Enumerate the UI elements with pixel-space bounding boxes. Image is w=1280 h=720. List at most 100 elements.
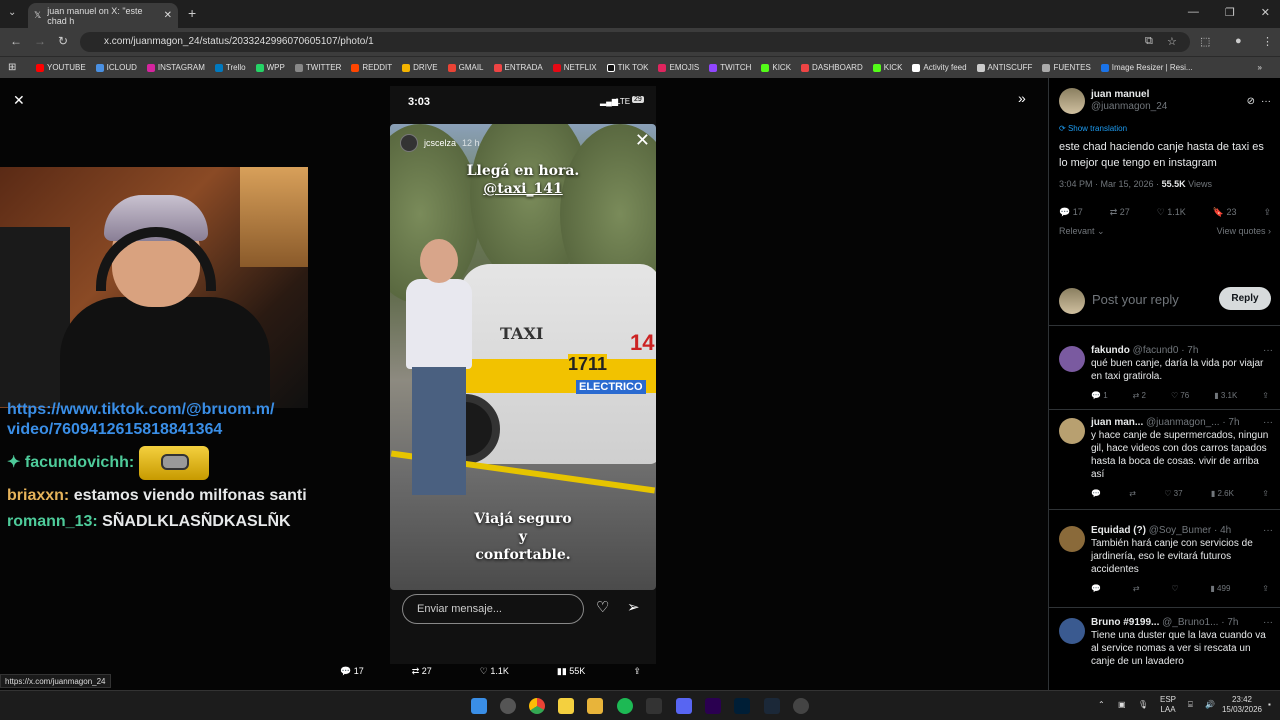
browser-tab[interactable]: 𝕏 juan manuel on X: "este chad h ✕ xyxy=(28,3,178,28)
avatar[interactable] xyxy=(1059,88,1085,114)
app-icon[interactable] xyxy=(646,698,662,714)
chrome-icon[interactable] xyxy=(529,698,545,714)
like-count[interactable]: ♡ 37 xyxy=(1164,487,1182,500)
reply-count[interactable]: 💬 xyxy=(1091,582,1101,595)
bookmark[interactable]: REDDIT xyxy=(351,63,392,72)
reply-submit-button[interactable]: Reply xyxy=(1219,287,1271,310)
bookmark[interactable]: Activity feed xyxy=(912,63,967,72)
share-icon[interactable]: ⇪ xyxy=(1262,582,1269,595)
language-indicator[interactable]: ESP LAA xyxy=(1160,695,1176,715)
reply-action[interactable]: 💬 17 xyxy=(340,666,364,677)
photoshop-icon[interactable] xyxy=(734,698,750,714)
more-icon[interactable]: ··· xyxy=(1263,416,1273,429)
bookmark[interactable]: TIK TOK xyxy=(606,63,648,72)
reply-count[interactable]: 💬 1 xyxy=(1091,389,1108,402)
menu-icon[interactable]: ⋮ xyxy=(1262,35,1273,48)
like-count[interactable]: ♡ xyxy=(1171,582,1178,595)
reply-count[interactable]: 💬 xyxy=(1091,487,1101,500)
share-icon[interactable]: ⇪ xyxy=(633,666,641,677)
view-quotes-link[interactable]: View quotes › xyxy=(1217,226,1271,237)
reload-icon[interactable]: ↻ xyxy=(58,34,68,48)
extensions-icon[interactable]: ⬚ xyxy=(1200,35,1210,48)
reply-item[interactable]: fakundo @facund0 · 7h ··· qué buen canje,… xyxy=(1049,338,1280,410)
like-button[interactable]: ♡ 1.1K xyxy=(1157,207,1186,218)
apps-grid-icon[interactable]: ⊞ xyxy=(8,62,16,73)
clock[interactable]: 23:42 15/03/2026 xyxy=(1220,695,1264,715)
bookmark[interactable]: NETFLIX xyxy=(552,63,597,72)
mic-icon[interactable]: 🎙 xyxy=(1138,700,1148,710)
app-icon[interactable] xyxy=(793,698,809,714)
maximize-icon[interactable]: ❐ xyxy=(1225,6,1235,19)
install-icon[interactable]: ⧉ xyxy=(1145,35,1153,48)
app-icon[interactable] xyxy=(500,698,516,714)
like-count[interactable]: ♡ 76 xyxy=(1171,389,1189,402)
bookmark[interactable]: TWITCH xyxy=(709,63,751,72)
reply-item[interactable]: Bruno #9199... @_Bruno1... · 7h ··· Tiene… xyxy=(1049,610,1280,690)
bookmark[interactable]: ICLOUD xyxy=(95,63,137,72)
bookmark[interactable]: KICK xyxy=(761,63,791,72)
bookmark[interactable]: YOUTUBE xyxy=(36,63,86,72)
profile-avatar[interactable]: ● xyxy=(1235,35,1242,47)
spotify-icon[interactable] xyxy=(617,698,633,714)
premiere-icon[interactable] xyxy=(705,698,721,714)
steam-icon[interactable] xyxy=(764,698,780,714)
more-icon[interactable]: ··· xyxy=(1263,616,1273,629)
bookmark[interactable]: ANTISCUFF xyxy=(976,63,1032,72)
more-icon[interactable]: ··· xyxy=(1261,96,1271,107)
bookmark[interactable]: FUENTES xyxy=(1042,63,1091,72)
close-tab-icon[interactable]: ✕ xyxy=(164,10,172,21)
volume-icon[interactable]: 🔊 xyxy=(1205,700,1215,710)
story-author[interactable]: jcscelza 12 h xyxy=(400,134,480,152)
like-action[interactable]: ♡ 1.1K xyxy=(480,666,509,677)
view-count[interactable]: ▮ 499 xyxy=(1210,582,1230,595)
bookmark[interactable]: GMAIL xyxy=(447,63,484,72)
new-tab-icon[interactable]: + xyxy=(188,5,196,21)
grok-icon[interactable]: ⊘ xyxy=(1247,96,1255,107)
star-icon[interactable]: ☆ xyxy=(1167,35,1177,48)
more-icon[interactable]: ··· xyxy=(1263,344,1273,357)
bookmark[interactable]: KICK xyxy=(872,63,902,72)
start-icon[interactable] xyxy=(471,698,487,714)
repost-count[interactable]: ⇄ 2 xyxy=(1133,389,1146,402)
repost-action[interactable]: ⇄ 27 xyxy=(412,666,432,677)
close-window-icon[interactable]: ✕ xyxy=(1261,6,1270,19)
address-bar[interactable]: x.com/juanmagon_24/status/20332429960706… xyxy=(80,32,1190,52)
bookmark[interactable]: DASHBOARD xyxy=(801,63,863,72)
more-bookmarks-icon[interactable]: » xyxy=(1258,63,1262,72)
share-icon[interactable]: ⇪ xyxy=(1262,389,1269,402)
views-action[interactable]: ▮▮ 55K xyxy=(557,666,585,677)
bookmark[interactable]: WPP xyxy=(255,63,285,72)
back-icon[interactable]: ← xyxy=(10,34,22,48)
chat-link[interactable]: https://www.tiktok.com/@bruom.m/ video/7… xyxy=(7,400,307,440)
notification-icon[interactable]: ▪ xyxy=(1268,700,1271,710)
share-icon[interactable]: ⇪ xyxy=(1262,487,1269,500)
reply-item[interactable]: juan man... @juanmagon_... · 7h ··· y hac… xyxy=(1049,410,1280,510)
notes-icon[interactable] xyxy=(558,698,574,714)
bookmark-button[interactable]: 🔖 23 xyxy=(1213,207,1237,218)
repost-count[interactable]: ⇄ xyxy=(1133,582,1140,595)
network-icon[interactable]: ⌸ xyxy=(1188,700,1193,710)
forward-icon[interactable]: → xyxy=(34,34,46,48)
sort-dropdown[interactable]: Relevant ⌄ xyxy=(1059,226,1105,237)
repost-count[interactable]: ⇄ xyxy=(1129,487,1136,500)
bookmark[interactable]: EMOJIS xyxy=(658,63,699,72)
bookmark[interactable]: DRIVE xyxy=(402,63,438,72)
discord-icon[interactable] xyxy=(676,698,692,714)
show-translation-link[interactable]: ⟳ Show translation xyxy=(1059,124,1271,133)
expand-icon[interactable]: » xyxy=(1018,90,1026,106)
bookmark[interactable]: INSTAGRAM xyxy=(146,63,205,72)
share-icon[interactable]: ⇪ xyxy=(1263,207,1271,218)
bookmark[interactable]: ENTRADA xyxy=(493,63,543,72)
reply-input[interactable]: Post your reply xyxy=(1092,292,1179,307)
reply-item[interactable]: Equidad (?) @Soy_Bumer · 4h ··· También h… xyxy=(1049,518,1280,608)
minimize-icon[interactable]: — xyxy=(1188,6,1199,19)
close-viewer-icon[interactable]: ✕ xyxy=(13,92,25,109)
view-count[interactable]: ▮ 3.1K xyxy=(1214,389,1237,402)
repost-button[interactable]: ⇄ 27 xyxy=(1110,207,1130,218)
bookmark[interactable]: Image Resizer | Resi... xyxy=(1100,63,1193,72)
bookmark[interactable]: Trello xyxy=(214,63,246,72)
bookmark[interactable]: TWITTER xyxy=(294,63,341,72)
tray-arrow-icon[interactable]: ⌃ xyxy=(1098,700,1105,710)
tray-app-icon[interactable]: ▣ xyxy=(1118,700,1126,710)
tab-search-icon[interactable]: ⌄ xyxy=(8,7,16,18)
